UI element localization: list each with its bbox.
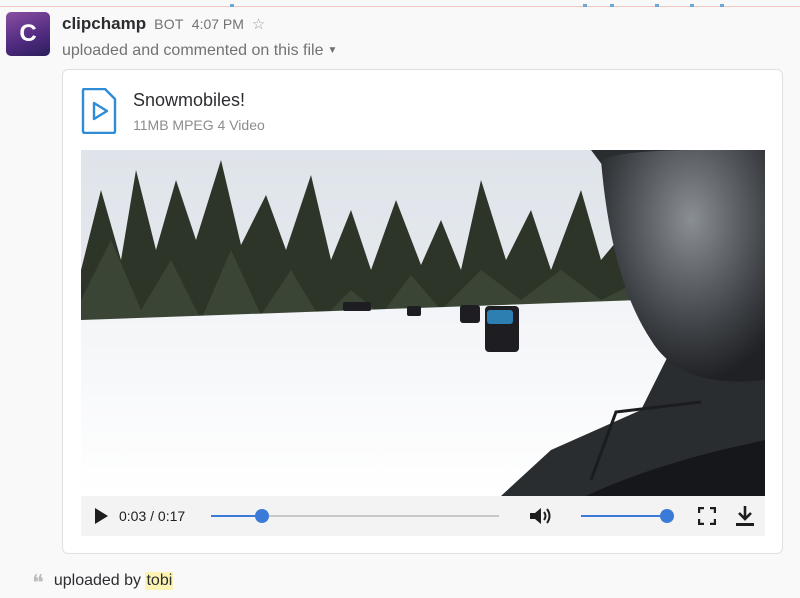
upload-attribution: ❝ uploaded by tobi bbox=[32, 568, 174, 596]
volume-icon[interactable] bbox=[529, 506, 553, 526]
action-text: uploaded and commented on this file bbox=[62, 42, 324, 59]
video-file-icon bbox=[81, 88, 117, 134]
file-card: Snowmobiles! 11MB MPEG 4 Video 0:03 / 0:… bbox=[62, 69, 783, 554]
video-controls: 0:03 / 0:17 bbox=[81, 496, 765, 536]
message-action[interactable]: uploaded and commented on this file ▼ bbox=[62, 42, 337, 60]
download-icon[interactable] bbox=[735, 505, 755, 527]
uploaded-by-label: uploaded by bbox=[53, 571, 142, 589]
quote-icon: ❝ bbox=[32, 571, 44, 596]
time-separator: / bbox=[150, 508, 155, 524]
message-header: clipchamp BOT 4:07 PM ☆ bbox=[62, 14, 265, 34]
bot-badge: BOT bbox=[154, 16, 184, 32]
sender-name[interactable]: clipchamp bbox=[62, 14, 146, 34]
file-meta: 11MB MPEG 4 Video bbox=[133, 117, 265, 133]
current-time: 0:03 bbox=[119, 508, 147, 524]
top-divider bbox=[0, 4, 800, 7]
fullscreen-icon[interactable] bbox=[698, 507, 716, 525]
video-frame[interactable] bbox=[81, 150, 765, 496]
message-timestamp[interactable]: 4:07 PM bbox=[192, 16, 244, 32]
seek-handle[interactable] bbox=[254, 509, 269, 523]
volume-handle[interactable] bbox=[660, 509, 674, 523]
video-thumbnail bbox=[81, 150, 765, 496]
duration: 0:17 bbox=[157, 508, 186, 524]
play-icon[interactable] bbox=[95, 508, 108, 524]
seek-bar[interactable] bbox=[211, 509, 499, 523]
volume-slider[interactable] bbox=[581, 509, 674, 523]
chevron-down-icon[interactable]: ▼ bbox=[328, 45, 338, 56]
star-icon[interactable]: ☆ bbox=[252, 15, 265, 33]
user-mention[interactable]: tobi bbox=[145, 571, 174, 590]
volume-level bbox=[581, 515, 667, 517]
file-title[interactable]: Snowmobiles! bbox=[133, 90, 245, 111]
avatar[interactable]: C bbox=[6, 12, 50, 56]
time-display: 0:03 / 0:17 bbox=[119, 508, 185, 524]
